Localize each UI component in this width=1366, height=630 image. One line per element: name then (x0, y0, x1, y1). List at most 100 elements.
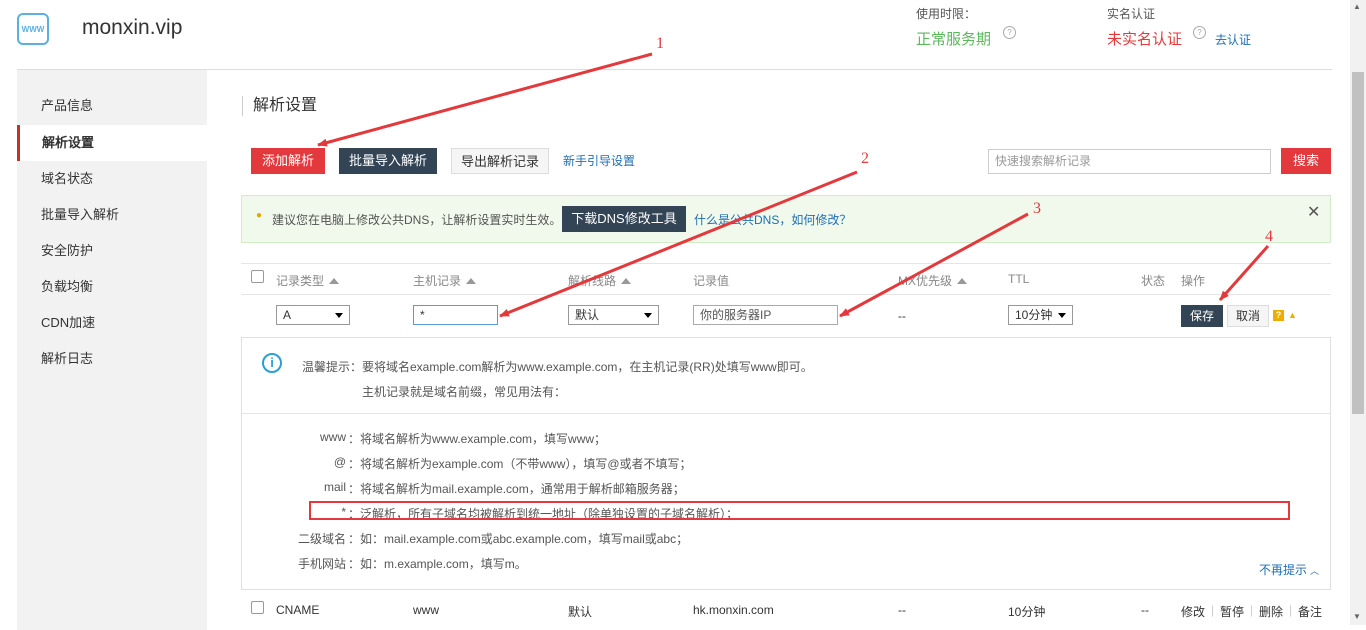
separator: | (1250, 603, 1254, 617)
th-host[interactable]: 主机记录 (413, 272, 477, 289)
export-button[interactable]: 导出解析记录 (451, 148, 549, 174)
scroll-up-icon[interactable]: ▲ (1353, 2, 1361, 11)
annotation-arrow-1 (317, 52, 653, 147)
row-mx: -- (898, 603, 906, 617)
th-actions: 操作 (1181, 274, 1206, 288)
chevron-down-icon (1058, 313, 1066, 318)
separator: | (1289, 603, 1293, 617)
tip-key: 手机网站 (297, 557, 346, 571)
mx-value: -- (898, 309, 906, 323)
tip-desc: ：将域名解析为example.com（不带www），填写@或者不填写； (348, 457, 692, 471)
download-dns-tool-button[interactable]: 下载DNS修改工具 (562, 206, 686, 232)
tip-desc: ：将域名解析为www.example.com，填写www； (348, 432, 607, 446)
th-mx[interactable]: MX优先级 (898, 272, 968, 289)
edit-link[interactable]: 修改 (1181, 603, 1205, 620)
sidebar-item-batch-import[interactable]: 批量导入解析 (17, 197, 207, 233)
help-icon[interactable]: ? (1193, 26, 1206, 39)
batch-import-button[interactable]: 批量导入解析 (339, 148, 437, 174)
header-divider (17, 69, 1332, 70)
th-type[interactable]: 记录类型 (276, 272, 340, 289)
row-checkbox[interactable] (251, 601, 264, 614)
sidebar-item-product-info[interactable]: 产品信息 (17, 88, 207, 124)
search-input[interactable]: 快速搜索解析记录 (988, 149, 1271, 174)
cancel-button[interactable]: 取消 (1227, 305, 1269, 327)
record-type-select[interactable]: A (276, 305, 350, 325)
row-host: www (413, 603, 439, 617)
row-status: -- (1141, 603, 1149, 617)
sidebar-item-domain-status[interactable]: 域名状态 (17, 161, 207, 197)
row-value: hk.monxin.com (693, 603, 774, 617)
help-icon[interactable]: ? (1273, 310, 1284, 321)
help-icon[interactable]: ? (1003, 26, 1016, 39)
annotation-arrow-4 (1218, 245, 1270, 301)
sidebar: 产品信息 解析设置 域名状态 批量导入解析 安全防护 负载均衡 CDN加速 解析… (17, 70, 207, 630)
notice-text: 建议您在电脑上修改公共DNS，让解析设置实时生效。 (272, 213, 562, 227)
row-ttl: 10分钟 (1008, 605, 1046, 619)
line-select[interactable]: 默认 (568, 305, 659, 325)
page-title: 解析设置 (242, 96, 317, 116)
logo-text: WWW (21, 24, 45, 34)
sort-up-icon (957, 278, 968, 284)
table-top-border (241, 263, 1331, 264)
tips-subtitle: 主机记录就是域名前缀，常见用法有： (362, 385, 567, 399)
site-logo: WWW (17, 13, 49, 45)
hide-tips-link[interactable]: 不再提示 ︿ (1259, 561, 1319, 578)
sidebar-item-cdn[interactable]: CDN加速 (17, 305, 207, 341)
sort-up-icon (329, 278, 340, 284)
usage-status: 正常服务期 (916, 31, 992, 48)
tip-key: www (320, 430, 346, 444)
chevron-down-icon (335, 313, 343, 318)
tip-desc: ：如：mail.example.com或abc.example.com，填写ma… (348, 532, 689, 546)
public-dns-help-link[interactable]: 什么是公共DNS，如何修改？ (694, 211, 851, 228)
annotation-label-4: 4 (1265, 228, 1273, 245)
chevron-up-icon: ︿ (1310, 566, 1320, 576)
tip-key: mail (323, 480, 346, 494)
scroll-down-icon[interactable]: ▼ (1353, 612, 1361, 621)
tip-key: 二级域名 (297, 532, 346, 546)
close-icon[interactable]: ✕ (1307, 202, 1320, 222)
bullet-icon: ● (256, 210, 263, 221)
chevron-down-icon (644, 313, 652, 318)
sidebar-item-dns-log[interactable]: 解析日志 (17, 341, 207, 377)
record-value-input[interactable]: 你的服务器IP (693, 305, 838, 325)
realname-label: 实名认证 (1107, 7, 1156, 21)
save-button[interactable]: 保存 (1181, 305, 1223, 327)
pause-link[interactable]: 暂停 (1220, 603, 1244, 620)
host-record-input[interactable]: * (413, 305, 498, 325)
verify-link[interactable]: 去认证 (1215, 31, 1251, 48)
info-icon: i (262, 353, 282, 373)
add-record-button[interactable]: 添加解析 (251, 148, 325, 174)
select-all-checkbox[interactable] (251, 270, 264, 283)
note-link[interactable]: 备注 (1298, 603, 1322, 620)
sidebar-item-dns-settings[interactable]: 解析设置 (17, 125, 207, 161)
row-type: CNAME (276, 603, 320, 617)
separator: | (1211, 603, 1215, 617)
tip-key: @ (333, 455, 346, 469)
ttl-select[interactable]: 10分钟 (1008, 305, 1073, 325)
th-line[interactable]: 解析线路 (568, 272, 632, 289)
annotation-highlight-box (309, 501, 1290, 520)
row-line: 默认 (568, 605, 593, 619)
tips-divider (242, 413, 1330, 414)
realname-status: 未实名认证 (1107, 31, 1183, 48)
domain-name: monxin.vip (82, 16, 183, 39)
th-status: 状态 (1141, 274, 1166, 288)
delete-link[interactable]: 删除 (1259, 603, 1283, 620)
th-ttl: TTL (1008, 272, 1030, 286)
collapse-icon[interactable]: ▲ (1288, 310, 1297, 320)
tips-title: 温馨提示：要将域名example.com解析为www.example.com，在… (302, 360, 813, 374)
sort-up-icon (466, 278, 477, 284)
sidebar-item-security[interactable]: 安全防护 (17, 233, 207, 269)
usage-label: 使用时限： (916, 7, 977, 21)
table-header-border (241, 294, 1331, 295)
tip-desc: ：如：m.example.com，填写m。 (348, 557, 527, 571)
annotation-label-3: 3 (1033, 200, 1041, 217)
sort-up-icon (621, 278, 632, 284)
annotation-label-2: 2 (861, 150, 869, 167)
tip-desc: ：将域名解析为mail.example.com，通常用于解析邮箱服务器； (348, 482, 685, 496)
sidebar-item-load-balance[interactable]: 负载均衡 (17, 269, 207, 305)
th-value: 记录值 (693, 274, 730, 288)
scrollbar-thumb[interactable] (1352, 72, 1364, 414)
guide-link[interactable]: 新手引导设置 (563, 152, 635, 169)
search-button[interactable]: 搜索 (1281, 148, 1331, 174)
